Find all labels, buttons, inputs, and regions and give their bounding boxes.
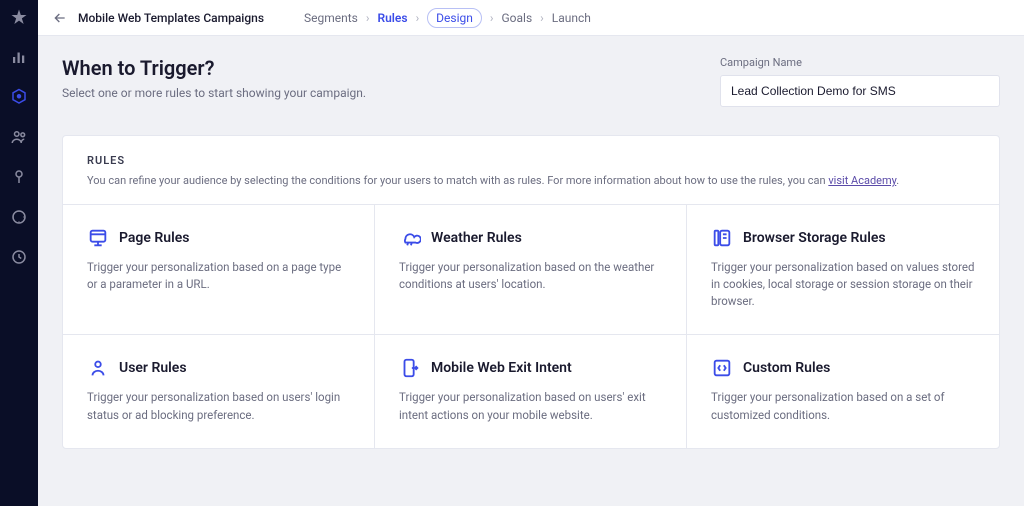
crumb-goals[interactable]: Goals — [502, 11, 533, 25]
rule-title: Page Rules — [119, 230, 189, 246]
target-icon[interactable] — [10, 208, 28, 226]
crumb-rules[interactable]: Rules — [377, 11, 407, 25]
chevron-right-icon: › — [490, 11, 494, 25]
topbar: Mobile Web Templates Campaigns Segments … — [38, 0, 1024, 36]
rule-desc: Trigger your personalization based on a … — [711, 389, 975, 424]
rule-desc: Trigger your personalization based on us… — [87, 389, 350, 424]
rules-grid: Page Rules Trigger your personalization … — [63, 204, 999, 448]
rule-card-mobile[interactable]: Mobile Web Exit Intent Trigger your pers… — [375, 334, 687, 448]
rule-desc: Trigger your personalization based on a … — [87, 259, 350, 294]
page-heading: When to Trigger? — [62, 56, 366, 80]
rule-title: Weather Rules — [431, 230, 522, 246]
weather-rules-icon — [399, 227, 421, 249]
rule-title: Custom Rules — [743, 360, 830, 376]
custom-rules-icon — [711, 357, 733, 379]
campaign-name-input[interactable] — [720, 75, 1000, 107]
star-icon[interactable] — [10, 8, 28, 26]
crumb-design[interactable]: Design — [427, 8, 482, 28]
page-rules-icon — [87, 227, 109, 249]
sidebar — [0, 0, 38, 506]
campaign-name-label: Campaign Name — [720, 56, 1000, 69]
rule-desc: Trigger your personalization based on th… — [399, 259, 662, 294]
panel-description: You can refine your audience by selectin… — [87, 173, 975, 190]
clock-icon[interactable] — [10, 248, 28, 266]
chevron-right-icon: › — [540, 11, 544, 25]
visit-academy-link[interactable]: visit Academy — [828, 174, 896, 187]
pin-icon[interactable] — [10, 168, 28, 186]
panel-title: RULES — [87, 154, 975, 167]
rule-title: Browser Storage Rules — [743, 230, 886, 246]
breadcrumbs: Segments › Rules › Design › Goals › Laun… — [304, 8, 591, 28]
rule-title: User Rules — [119, 360, 187, 376]
rule-desc: Trigger your personalization based on us… — [399, 389, 662, 424]
back-arrow-icon[interactable] — [52, 10, 68, 26]
chevron-right-icon: › — [366, 11, 370, 25]
rule-title: Mobile Web Exit Intent — [431, 360, 572, 376]
crumb-launch[interactable]: Launch — [552, 11, 591, 25]
page-subtitle: Select one or more rules to start showin… — [62, 86, 366, 100]
rules-panel: RULES You can refine your audience by se… — [62, 135, 1000, 449]
rule-card-storage[interactable]: Browser Storage Rules Trigger your perso… — [687, 204, 999, 335]
user-rules-icon — [87, 357, 109, 379]
rule-card-user[interactable]: User Rules Trigger your personalization … — [63, 334, 375, 448]
topbar-title: Mobile Web Templates Campaigns — [78, 11, 264, 25]
rule-desc: Trigger your personalization based on va… — [711, 259, 975, 311]
crumb-segments[interactable]: Segments — [304, 11, 358, 25]
rule-card-custom[interactable]: Custom Rules Trigger your personalizatio… — [687, 334, 999, 448]
mobile-exit-icon — [399, 357, 421, 379]
content: When to Trigger? Select one or more rule… — [38, 36, 1024, 506]
storage-rules-icon — [711, 227, 733, 249]
rule-card-weather[interactable]: Weather Rules Trigger your personalizati… — [375, 204, 687, 335]
chevron-right-icon: › — [416, 11, 420, 25]
analytics-icon[interactable] — [10, 48, 28, 66]
rule-card-page[interactable]: Page Rules Trigger your personalization … — [63, 204, 375, 335]
hexagon-icon[interactable] — [10, 88, 28, 106]
users-icon[interactable] — [10, 128, 28, 146]
